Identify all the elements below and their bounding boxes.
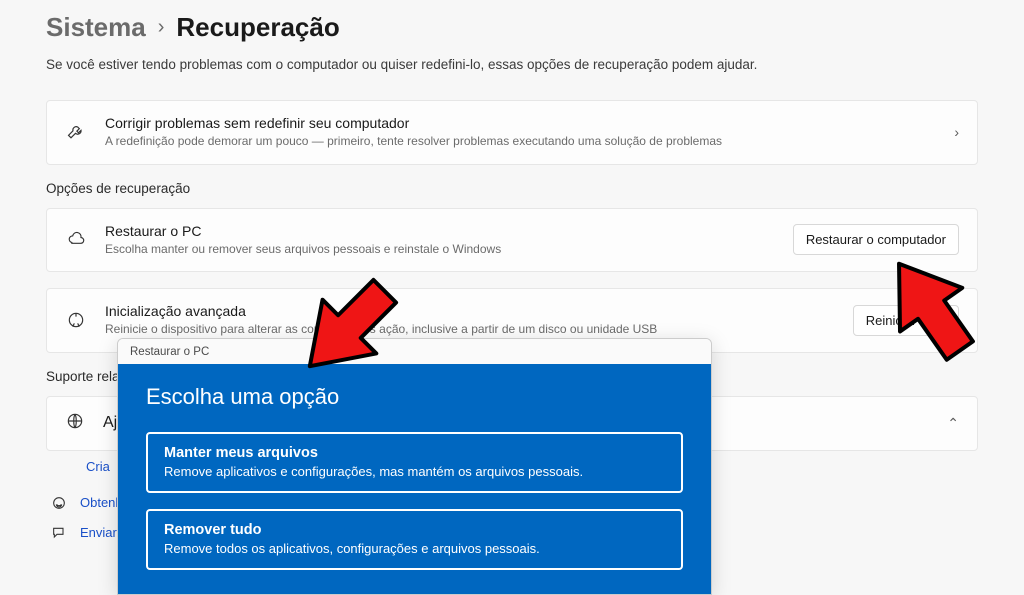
feedback-icon <box>50 524 68 542</box>
remove-all-desc: Remove todos os aplicativos, configuraçõ… <box>164 541 665 556</box>
fix-problems-desc: A redefinição pode demorar um pouco — pr… <box>105 134 936 150</box>
dialog-heading: Escolha uma opção <box>146 384 683 410</box>
fix-problems-card[interactable]: Corrigir problemas sem redefinir seu com… <box>46 100 978 165</box>
breadcrumb: Sistema › Recuperação <box>46 12 978 43</box>
remove-all-option[interactable]: Remover tudo Remove todos os aplicativos… <box>146 509 683 570</box>
keep-files-desc: Remove aplicativos e configurações, mas … <box>164 464 665 479</box>
help-icon <box>50 494 68 512</box>
reset-pc-card: Restaurar o PC Escolha manter ou remover… <box>46 208 978 273</box>
reset-pc-desc: Escolha manter ou remover seus arquivos … <box>105 242 775 258</box>
advanced-startup-desc: Reinicie o dispositivo para alterar as c… <box>105 322 835 338</box>
reset-pc-dialog: Restaurar o PC Escolha uma opção Manter … <box>117 338 712 595</box>
chevron-right-icon: › <box>158 16 165 39</box>
keep-files-title: Manter meus arquivos <box>164 445 665 461</box>
cloud-reset-icon <box>65 229 87 251</box>
globe-icon <box>65 411 85 436</box>
chevron-right-icon: › <box>954 124 959 140</box>
recovery-options-label: Opções de recuperação <box>46 181 978 196</box>
wrench-icon <box>65 121 87 143</box>
dialog-titlebar: Restaurar o PC <box>118 339 711 364</box>
advanced-startup-title: Inicialização avançada <box>105 303 835 319</box>
reset-pc-title: Restaurar o PC <box>105 223 775 239</box>
chevron-up-icon: ⌃ <box>947 415 959 432</box>
advanced-startup-icon <box>65 309 87 331</box>
breadcrumb-parent[interactable]: Sistema <box>46 12 146 43</box>
keep-files-option[interactable]: Manter meus arquivos Remove aplicativos … <box>146 432 683 493</box>
reset-pc-button[interactable]: Restaurar o computador <box>793 224 959 255</box>
breadcrumb-current: Recuperação <box>176 12 339 43</box>
page-subtitle: Se você estiver tendo problemas com o co… <box>46 57 978 72</box>
remove-all-title: Remover tudo <box>164 522 665 538</box>
restart-now-button[interactable]: Reiniciar agor <box>853 305 959 336</box>
fix-problems-title: Corrigir problemas sem redefinir seu com… <box>105 115 936 131</box>
